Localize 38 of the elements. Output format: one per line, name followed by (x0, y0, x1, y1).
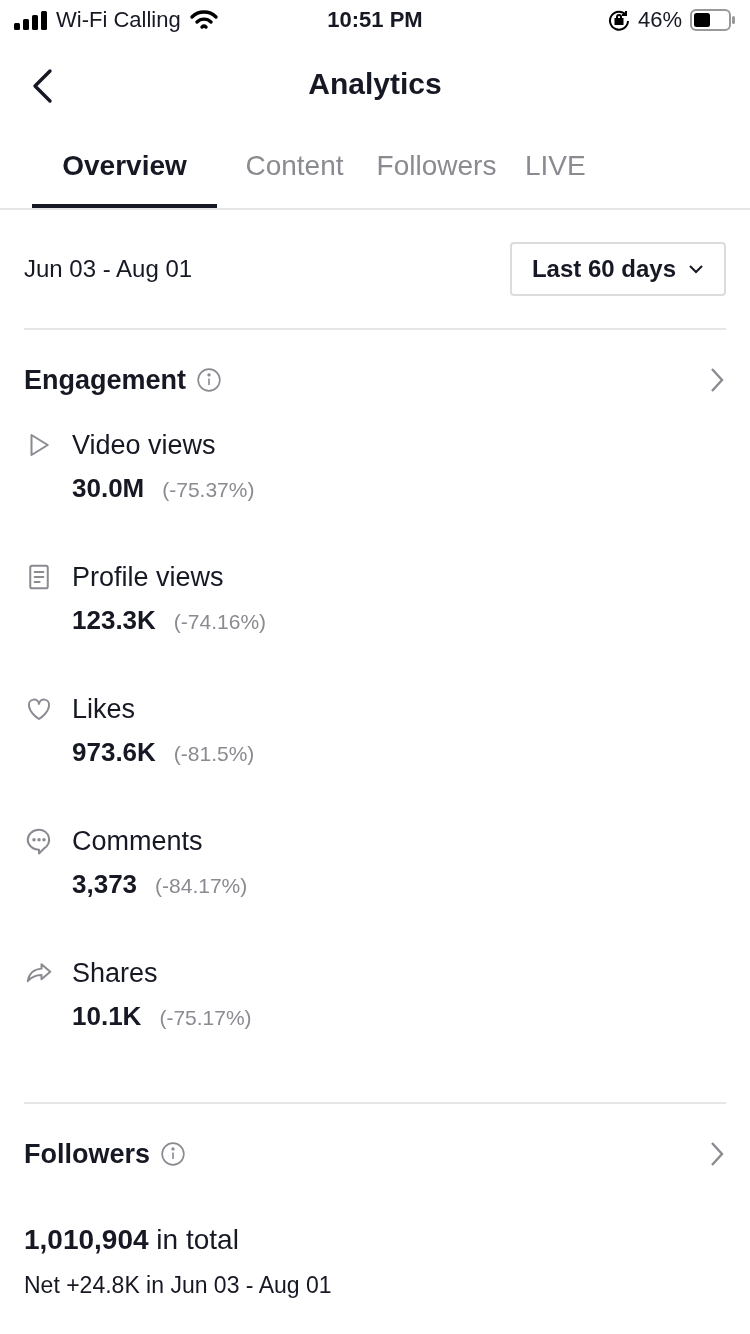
metric-change: (-74.16%) (173, 610, 267, 634)
clock-time: 10:51 PM (327, 7, 423, 33)
metric-value: 123.3K (72, 605, 156, 636)
chevron-right-icon[interactable] (708, 1140, 726, 1168)
rotation-lock-icon (607, 9, 630, 31)
metric-label: Comments (72, 826, 204, 857)
battery-percent: 46% (637, 7, 682, 33)
net-change-text: Net +24.8K in Jun 03 - Aug 01 (24, 1272, 333, 1299)
metric-change: (-81.5%) (173, 742, 255, 766)
metric-label: Video views (72, 430, 217, 461)
info-icon[interactable] (160, 1141, 187, 1167)
date-range: Jun 03 - Aug 01 (24, 255, 193, 283)
metric-label: Profile views (72, 562, 225, 593)
info-icon[interactable] (196, 367, 223, 393)
chevron-right-icon[interactable] (708, 366, 726, 394)
metric-change: (-75.37%) (162, 478, 255, 502)
metric-label: Shares (72, 958, 159, 989)
tab[interactable]: LIVE (525, 128, 585, 208)
period-dropdown[interactable]: Last 60 days (509, 242, 726, 296)
signal-icon (14, 10, 48, 30)
tab[interactable]: Content (241, 128, 348, 208)
battery-icon (690, 9, 736, 31)
wifi-icon (188, 9, 219, 31)
section-title: Engagement (24, 364, 187, 396)
page-title: Analytics (308, 67, 442, 101)
tab[interactable]: Overview (32, 128, 217, 208)
follower-total: 1,010,904 in total (24, 1224, 240, 1256)
metric-change: (-75.17%) (159, 1006, 252, 1030)
metric-label: Likes (72, 694, 137, 725)
section-title: Followers (24, 1138, 151, 1170)
metric-value: 3,373 (72, 869, 138, 900)
carrier-text: Wi-Fi Calling (56, 7, 181, 33)
chevron-down-icon (688, 264, 704, 274)
metric-value: 30.0M (72, 473, 145, 504)
metric-change: (-84.17%) (155, 874, 248, 898)
tab[interactable]: Followers (372, 128, 501, 208)
metric-value: 973.6K (72, 737, 156, 768)
metric-value: 10.1K (72, 1001, 142, 1032)
